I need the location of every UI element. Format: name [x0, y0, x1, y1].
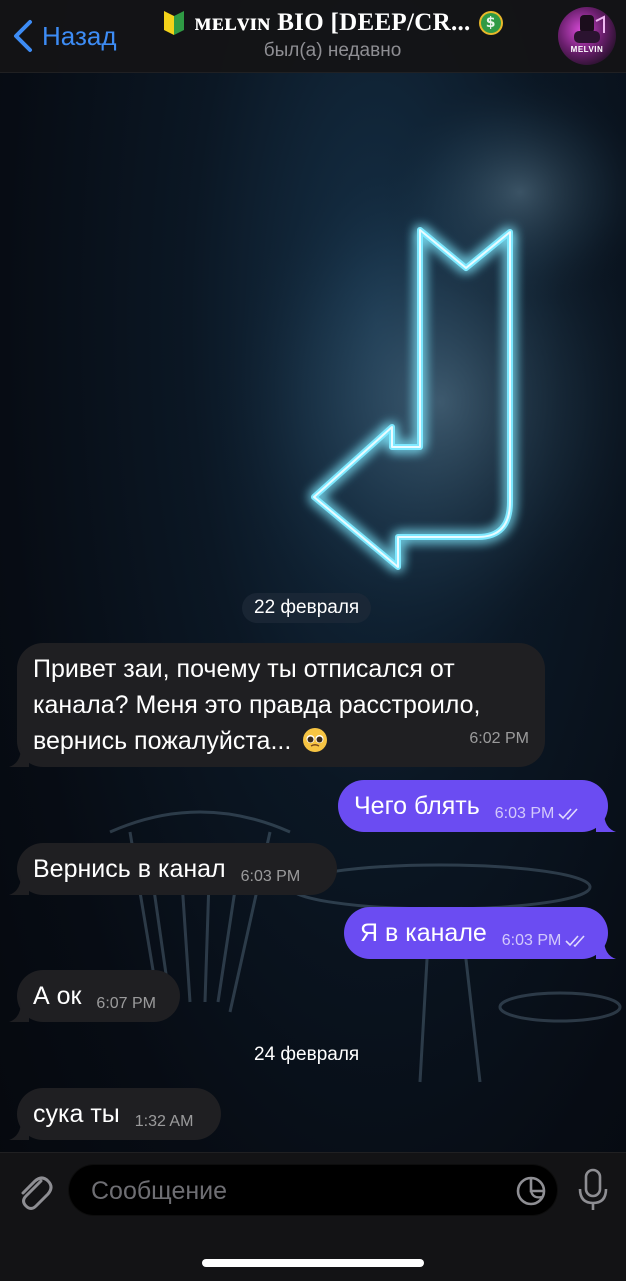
- message-time: 6:03 PM: [240, 868, 301, 885]
- bubble-tail: [596, 812, 616, 832]
- home-indicator: [202, 1259, 424, 1267]
- bubble-tail: [9, 1120, 29, 1140]
- back-label: Назад: [42, 20, 117, 51]
- message-text: Вернись в канал: [33, 855, 226, 883]
- message-incoming[interactable]: Привет заи, почему ты отписался от канал…: [9, 643, 545, 767]
- bubble-tail: [9, 747, 29, 767]
- chat-header: Назад ᴍᴇʟᴠɪɴ BIO [DEEP/CR... $ был(а) не…: [0, 0, 626, 73]
- bubble-tail: [9, 1002, 29, 1022]
- message-time: 1:32 AM: [134, 1113, 194, 1130]
- message-time: 6:07 PM: [96, 995, 157, 1012]
- paperclip-icon[interactable]: [14, 1169, 54, 1213]
- message-outgoing[interactable]: Я в канале 6:03 PM: [344, 907, 616, 959]
- sticker-icon[interactable]: [515, 1175, 547, 1207]
- avatar[interactable]: MELVIN: [558, 7, 616, 65]
- avatar-figure-icon: [574, 15, 605, 43]
- beginner-shield-icon: [164, 11, 185, 35]
- date-separator: 24 февраля: [242, 1040, 371, 1070]
- date-separator-label: 24 февраля: [254, 1044, 360, 1065]
- back-button[interactable]: Назад: [10, 14, 117, 58]
- last-seen-status: был(а) недавно: [263, 40, 402, 61]
- double-check-icon: [558, 808, 578, 821]
- pleading-face-emoji: [303, 728, 328, 752]
- bubble-tail: [9, 875, 29, 895]
- message-text: А ок: [33, 982, 82, 1010]
- back-chevron-icon: [14, 20, 32, 52]
- chat-title-area[interactable]: ᴍᴇʟᴠɪɴ BIO [DEEP/CR... $ был(а) недавно: [140, 6, 525, 62]
- message-text: Я в канале: [360, 919, 487, 947]
- message-text: Привет заи, почему ты отписался от канал…: [33, 655, 481, 755]
- message-incoming[interactable]: А ок 6:07 PM: [9, 970, 180, 1022]
- date-separator: 22 февраля: [242, 593, 372, 623]
- message-incoming[interactable]: Вернись в канал 6:03 PM: [9, 843, 337, 895]
- avatar-label: MELVIN: [570, 45, 604, 54]
- message-outgoing[interactable]: Чего блять 6:03 PM: [338, 780, 616, 832]
- chat-title: ᴍᴇʟᴠɪɴ BIO [DEEP/CR...: [194, 9, 471, 36]
- double-check-icon: [565, 935, 585, 948]
- message-input-wrapper[interactable]: [68, 1164, 558, 1217]
- message-text: Чего блять: [354, 792, 480, 820]
- message-text: сука ты: [33, 1100, 120, 1128]
- message-time: 6:03 PM: [501, 932, 562, 949]
- message-time: 6:02 PM: [469, 730, 529, 747]
- date-separator-label: 22 февраля: [254, 597, 360, 618]
- microphone-icon[interactable]: [576, 1167, 610, 1213]
- message-composer: [0, 1152, 626, 1281]
- message-incoming[interactable]: сука ты 1:32 AM: [9, 1088, 221, 1140]
- message-time: 6:03 PM: [494, 805, 555, 822]
- bubble-tail: [596, 939, 616, 959]
- message-input[interactable]: [89, 1165, 493, 1217]
- dollar-icon: $: [478, 11, 503, 35]
